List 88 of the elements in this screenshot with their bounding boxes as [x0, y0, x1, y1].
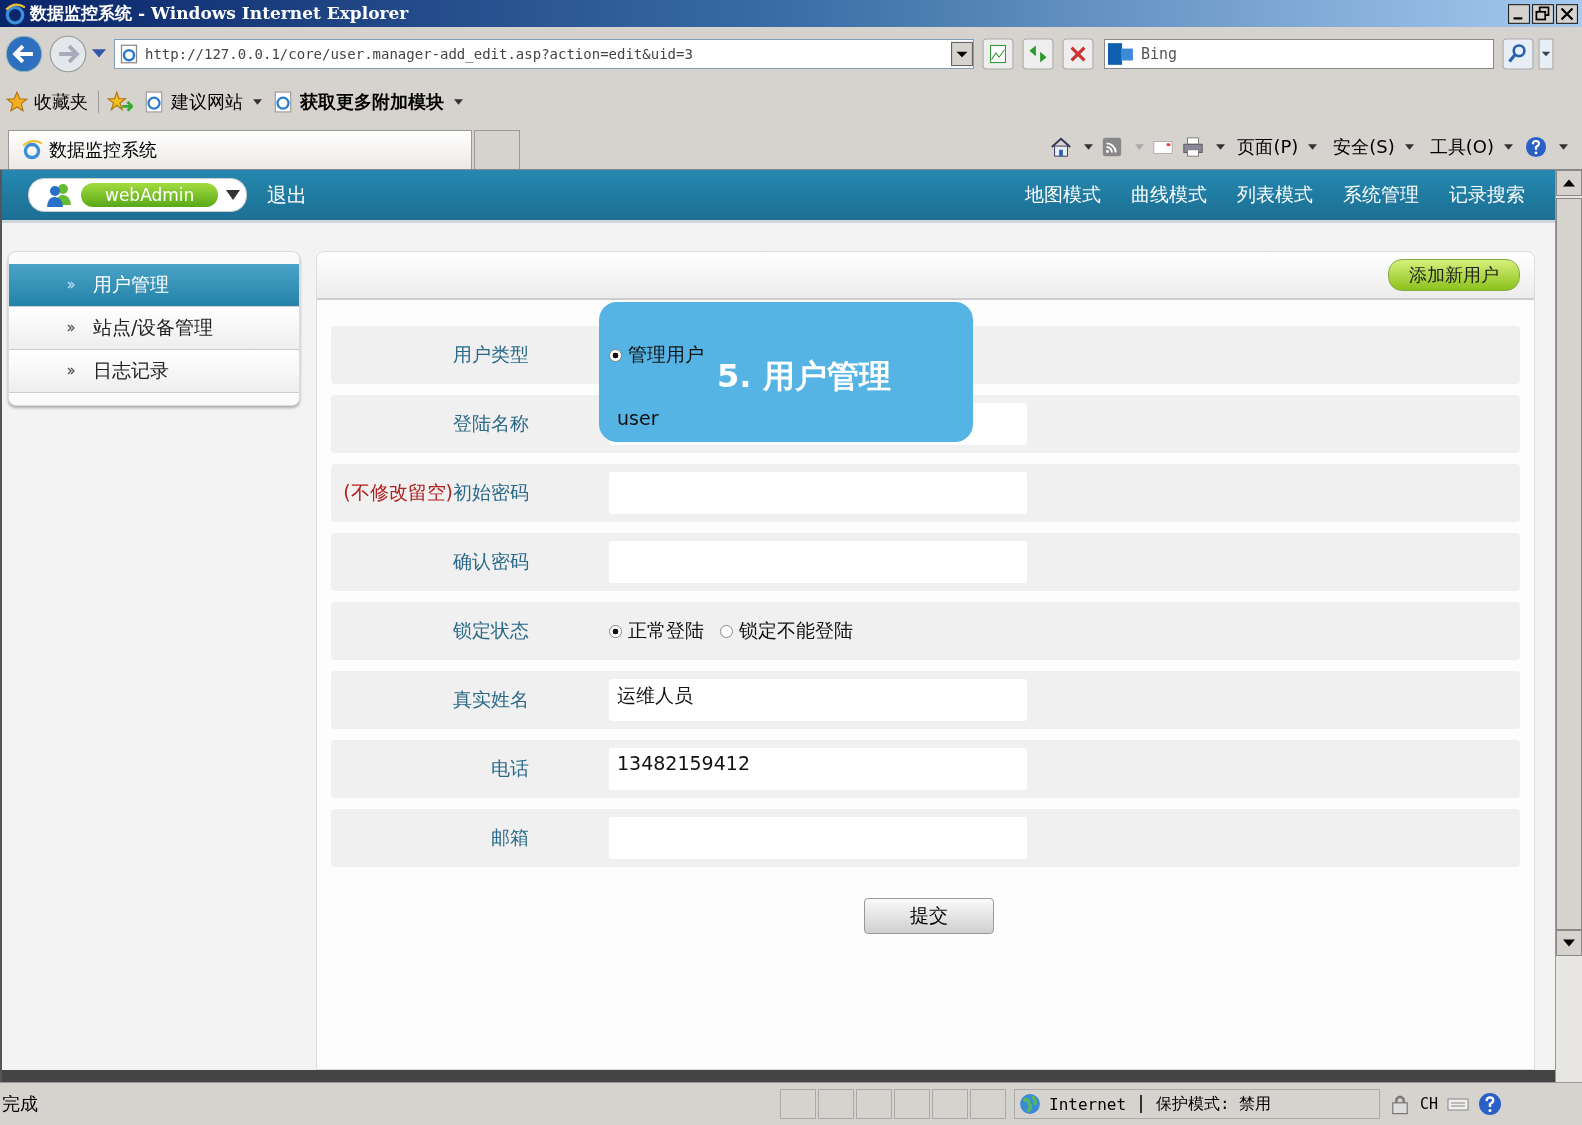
- browser-tab[interactable]: 数据监控系统: [8, 130, 472, 169]
- search-field[interactable]: Bing: [1104, 39, 1494, 69]
- page-icon: [143, 91, 165, 113]
- feed-icon[interactable]: [1101, 136, 1124, 158]
- option-label: 锁定不能登陆: [739, 618, 853, 643]
- chevron-icon: [67, 281, 75, 289]
- mail-icon: [1108, 43, 1134, 65]
- scroll-thumb[interactable]: [1556, 198, 1582, 930]
- nav-link[interactable]: 系统管理: [1343, 182, 1419, 208]
- zone-text: Internet: [1049, 1094, 1127, 1114]
- status-pane: [894, 1089, 930, 1119]
- compatibility-icon[interactable]: [982, 38, 1014, 70]
- radio-option[interactable]: 锁定不能登陆: [720, 618, 853, 644]
- home-icon[interactable]: [1050, 136, 1073, 158]
- caret-icon: [1504, 144, 1513, 150]
- logout-link[interactable]: 退出: [267, 181, 308, 209]
- field-label: (不修改留空)初始密码: [342, 480, 529, 505]
- status-pane: [856, 1089, 892, 1119]
- users-icon: [45, 183, 73, 207]
- status-text: 完成: [1, 1092, 39, 1116]
- search-icon[interactable]: [1502, 38, 1534, 70]
- nav-link[interactable]: 地图模式: [1025, 182, 1101, 208]
- browser-logo-icon: [21, 139, 43, 161]
- field-label: 电话: [490, 756, 529, 781]
- field-label: 锁定状态: [452, 618, 529, 643]
- minimize-icon[interactable]: [1508, 3, 1530, 24]
- scroll-down-icon[interactable]: [1556, 930, 1582, 956]
- caret-icon: [253, 99, 262, 105]
- caret-icon: [454, 99, 463, 105]
- status-pane: [970, 1089, 1006, 1119]
- status-pane: [818, 1089, 854, 1119]
- address-field[interactable]: http://127.0.0.1/core/user.manager-add_edit.asp?action=edit&uid=3: [114, 39, 974, 69]
- print-icon[interactable]: [1182, 136, 1205, 158]
- add-favorite-icon[interactable]: [98, 91, 133, 113]
- restore-icon[interactable]: [1532, 3, 1554, 24]
- nav-link[interactable]: 列表模式: [1237, 182, 1313, 208]
- help-icon[interactable]: [1478, 1092, 1503, 1116]
- window-title: 数据监控系统 - Windows Internet Explorer: [30, 2, 409, 25]
- page-icon: [272, 91, 294, 113]
- sidebar-item[interactable]: 站点/设备管理: [9, 307, 299, 350]
- scrollbar[interactable]: [1555, 170, 1582, 1082]
- option-label: 管理用户: [628, 342, 704, 367]
- field-label: 真实姓名: [452, 687, 529, 712]
- language-indicator[interactable]: CH: [1420, 1095, 1439, 1113]
- caption-title: 5. 用户管理: [717, 356, 891, 397]
- favorites-link[interactable]: 建议网站: [143, 90, 262, 114]
- page-icon: [119, 44, 139, 64]
- submit-button[interactable]: 提交: [863, 898, 994, 934]
- caret-icon: [226, 190, 241, 200]
- scroll-up-icon[interactable]: [1556, 170, 1582, 196]
- help-icon[interactable]: [1525, 136, 1547, 158]
- stop-icon[interactable]: [1062, 38, 1094, 70]
- chevron-icon: [67, 367, 75, 375]
- field-label: 登陆名称: [452, 411, 529, 436]
- field-label: 用户类型: [452, 342, 529, 367]
- command-menu[interactable]: 页面(P): [1233, 135, 1322, 159]
- favorites-link[interactable]: 获取更多附加模块: [272, 90, 463, 114]
- caret-icon[interactable]: [1216, 144, 1226, 150]
- nav-link[interactable]: 曲线模式: [1131, 182, 1207, 208]
- caret-icon[interactable]: [1559, 144, 1568, 150]
- radio-option[interactable]: 正常登陆: [609, 618, 704, 644]
- back-icon[interactable]: [4, 34, 44, 74]
- chevron-icon: [67, 324, 75, 332]
- option-label: 正常登陆: [628, 618, 704, 643]
- status-pane: [780, 1089, 816, 1119]
- caret-icon: [1404, 144, 1414, 150]
- globe-icon: [1019, 1093, 1041, 1115]
- close-icon[interactable]: [1556, 3, 1578, 24]
- protected-mode-text: 保护模式: 禁用: [1156, 1093, 1272, 1115]
- command-menu[interactable]: 安全(S): [1329, 135, 1418, 159]
- add-user-button[interactable]: 添加新用户: [1388, 259, 1520, 291]
- caret-icon: [1308, 144, 1318, 150]
- favorites-button[interactable]: 收藏夹: [6, 90, 88, 114]
- field-label: 邮箱: [490, 825, 529, 850]
- dropdown-icon[interactable]: [951, 41, 973, 67]
- browser-logo-icon: [4, 2, 26, 25]
- star-icon: [6, 91, 28, 113]
- field-label: 确认密码: [452, 549, 529, 574]
- input-field[interactable]: 13482159412: [609, 748, 1027, 790]
- dropdown-arrow-icon[interactable]: [92, 49, 106, 59]
- nav-link[interactable]: 记录搜索: [1449, 182, 1525, 208]
- status-pane: [932, 1089, 968, 1119]
- refresh-icon[interactable]: [1022, 38, 1054, 70]
- input-field[interactable]: 运维人员: [609, 679, 1027, 721]
- command-menu[interactable]: 工具(O): [1425, 135, 1517, 159]
- username-badge: webAdmin: [81, 183, 219, 207]
- sidebar-item[interactable]: 日志记录: [9, 350, 299, 393]
- caret-icon[interactable]: [1084, 144, 1094, 150]
